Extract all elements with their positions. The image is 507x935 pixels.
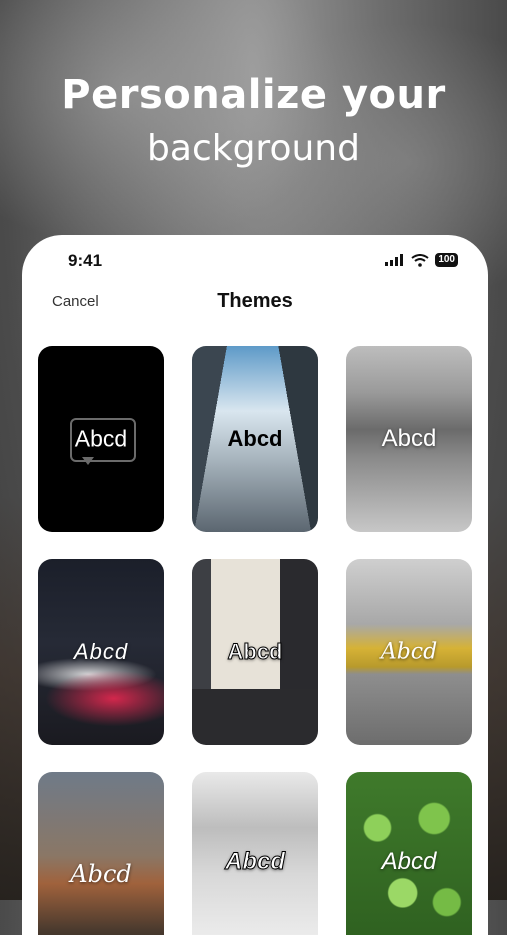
signal-icon <box>385 254 404 266</box>
page-title: Themes <box>217 290 293 312</box>
battery-icon: 100 <box>435 253 458 267</box>
theme-label: Abcd <box>225 848 286 876</box>
theme-tile[interactable]: Abcd <box>192 346 318 532</box>
phone-mockup: 9:41 100 Cancel Themes Abcd Abcd Abcd Ab… <box>22 235 488 935</box>
theme-tile[interactable]: Abcd <box>192 772 318 935</box>
theme-tile[interactable]: Abcd <box>346 772 472 935</box>
hero-title: Personalize your <box>61 72 446 118</box>
status-time: 9:41 <box>68 251 103 270</box>
theme-label: Abcd <box>73 639 129 664</box>
chat-bubble-tail <box>82 457 94 465</box>
theme-tile[interactable]: Abcd <box>38 772 164 935</box>
theme-tile[interactable]: Abcd <box>38 346 164 532</box>
theme-label: Abcd <box>74 425 128 452</box>
theme-tile[interactable]: Abcd <box>38 559 164 745</box>
theme-label: Abcd <box>381 848 437 875</box>
theme-label: Abcd <box>380 639 438 665</box>
wifi-icon <box>411 253 429 267</box>
theme-tile[interactable]: Abcd <box>346 346 472 532</box>
theme-label: Abcd <box>70 860 132 888</box>
hero-subtitle: background <box>147 128 360 169</box>
theme-label: Abcd <box>381 425 437 452</box>
theme-label: Abcd <box>227 426 283 451</box>
theme-tile[interactable]: Abcd <box>346 559 472 745</box>
theme-label: Abcd <box>227 639 283 665</box>
theme-tile[interactable]: Abcd <box>192 559 318 745</box>
status-icons: 100 <box>385 253 458 267</box>
